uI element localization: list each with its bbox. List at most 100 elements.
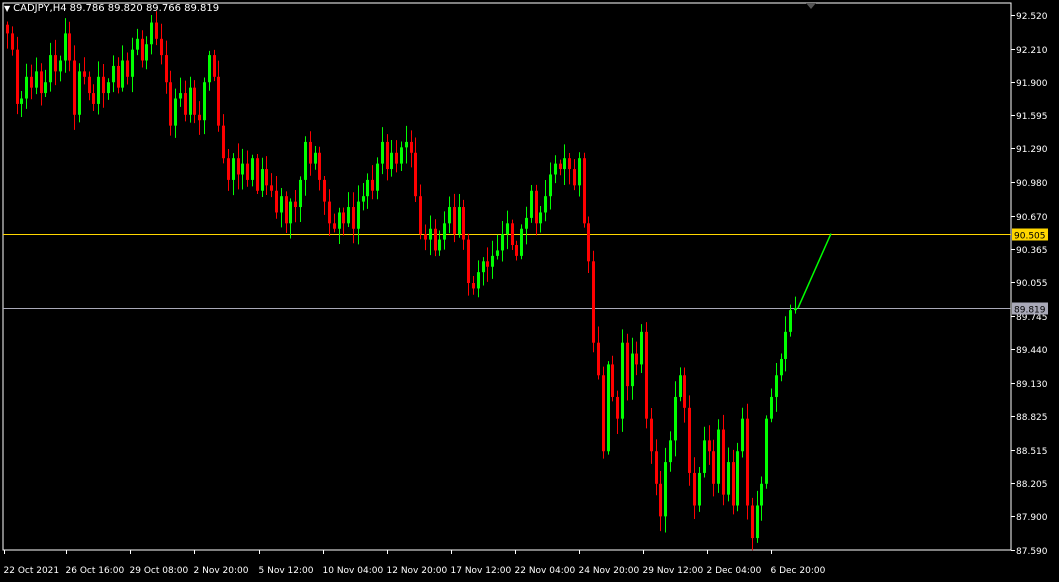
candle-body (736, 451, 739, 506)
candle-body (587, 223, 590, 262)
candle-body (78, 71, 81, 115)
candle-body (280, 196, 283, 213)
candle-body (784, 331, 787, 359)
down-triangle-icon[interactable]: ▼ (4, 4, 10, 13)
candle-body (357, 201, 360, 229)
y-tick-label: 89.440 (1016, 346, 1048, 356)
candle-body (789, 310, 792, 332)
candle-body (16, 49, 19, 104)
x-tick-label: 24 Nov 20:00 (579, 566, 640, 576)
candle-body (342, 212, 345, 224)
y-tick-label: 91.290 (1016, 145, 1048, 155)
candle-body (659, 483, 662, 517)
candle-body (515, 245, 518, 256)
candle-body (400, 147, 403, 164)
candle-body (688, 407, 691, 473)
candle-body (554, 163, 557, 175)
candle-body (323, 179, 326, 202)
candle-body (395, 152, 398, 164)
candle-body (712, 451, 715, 484)
candle-body (770, 396, 773, 419)
y-tick-label: 91.595 (1016, 112, 1048, 122)
y-tick-label: 88.825 (1016, 413, 1048, 423)
candle-body (583, 158, 586, 224)
candle-body (760, 483, 763, 506)
candle-body (635, 353, 638, 365)
candle-body (376, 163, 379, 191)
candle-body (261, 169, 264, 191)
candle-body (338, 212, 341, 229)
candle-body (73, 60, 76, 115)
candle-body (746, 418, 749, 506)
candle-body (184, 93, 187, 115)
candle-body (333, 223, 336, 229)
candle-body (68, 33, 71, 61)
y-tick-label: 90.670 (1016, 213, 1048, 223)
candle-body (683, 375, 686, 408)
candle-body (40, 71, 43, 94)
projection-segment (797, 233, 832, 309)
candle-body (179, 93, 182, 99)
candle-body (107, 82, 110, 94)
candle-body (462, 207, 465, 240)
candle-body (563, 158, 566, 170)
candle-body (573, 169, 576, 186)
candle-body (44, 82, 47, 94)
candle-body (20, 98, 23, 104)
candle-body (213, 55, 216, 77)
chart-shift-marker-icon[interactable] (806, 3, 816, 9)
candle-body (117, 65, 120, 88)
level-label: 89.819 (1014, 306, 1046, 316)
y-tick-label: 90.365 (1016, 246, 1048, 256)
candle-body (318, 152, 321, 180)
candle-body (275, 190, 278, 213)
candle-body (309, 141, 312, 164)
candle-body (751, 505, 754, 539)
candle-body (112, 65, 115, 83)
y-tick-label: 88.205 (1016, 480, 1048, 490)
candle-body (458, 207, 461, 235)
projection-line (797, 233, 832, 309)
candle-body (141, 38, 144, 61)
candle-body (169, 82, 172, 126)
candle-body (155, 22, 158, 39)
candle-body (506, 223, 509, 235)
candle-body (366, 179, 369, 197)
symbol-label: CADJPY,H4 (13, 3, 67, 14)
candle-body (237, 158, 240, 175)
x-tick-label: 29 Nov 12:00 (643, 566, 704, 576)
candle-body (414, 152, 417, 197)
candle-body (674, 396, 677, 441)
candle-body (448, 207, 451, 224)
candle-body (347, 207, 350, 224)
candle-body (381, 141, 384, 164)
candle-body (102, 76, 105, 94)
candle-body (150, 22, 153, 45)
time-axis: 22 Oct 2021 26 Oct 16:00 29 Oct 08:00 2 Nov… (4, 550, 826, 576)
candle-body (64, 33, 67, 61)
candle-body (549, 174, 552, 197)
candle-body (217, 76, 220, 126)
candle-body (765, 418, 768, 484)
candles (6, 11, 797, 551)
price-axis: 92.520 92.210 91.900 91.595 91.290 90.980 90.6… (1011, 12, 1048, 557)
candle-body (496, 250, 499, 256)
chart-header: ▼ CADJPY,H4 89.786 89.820 89.766 89.819 (4, 3, 219, 14)
candle-body (270, 185, 273, 191)
candle-body (285, 196, 288, 224)
candle-body (294, 201, 297, 208)
candle-body (717, 429, 720, 484)
candle-body (83, 71, 86, 77)
candle-body (698, 472, 701, 506)
candle-body (756, 505, 759, 539)
candle-body (11, 33, 14, 50)
level-price-labels: 90.505 89.819 (1012, 228, 1048, 316)
y-tick-label: 92.520 (1016, 12, 1048, 22)
level-label: 90.505 (1014, 232, 1046, 242)
x-tick-label: 17 Nov 12:00 (451, 566, 512, 576)
candle-body (621, 342, 624, 419)
candle-body (6, 24, 9, 34)
candle-body (59, 60, 62, 72)
price-chart[interactable]: 92.520 92.210 91.900 91.595 91.290 90.980 90.6… (0, 0, 1059, 582)
candle-body (539, 212, 542, 224)
